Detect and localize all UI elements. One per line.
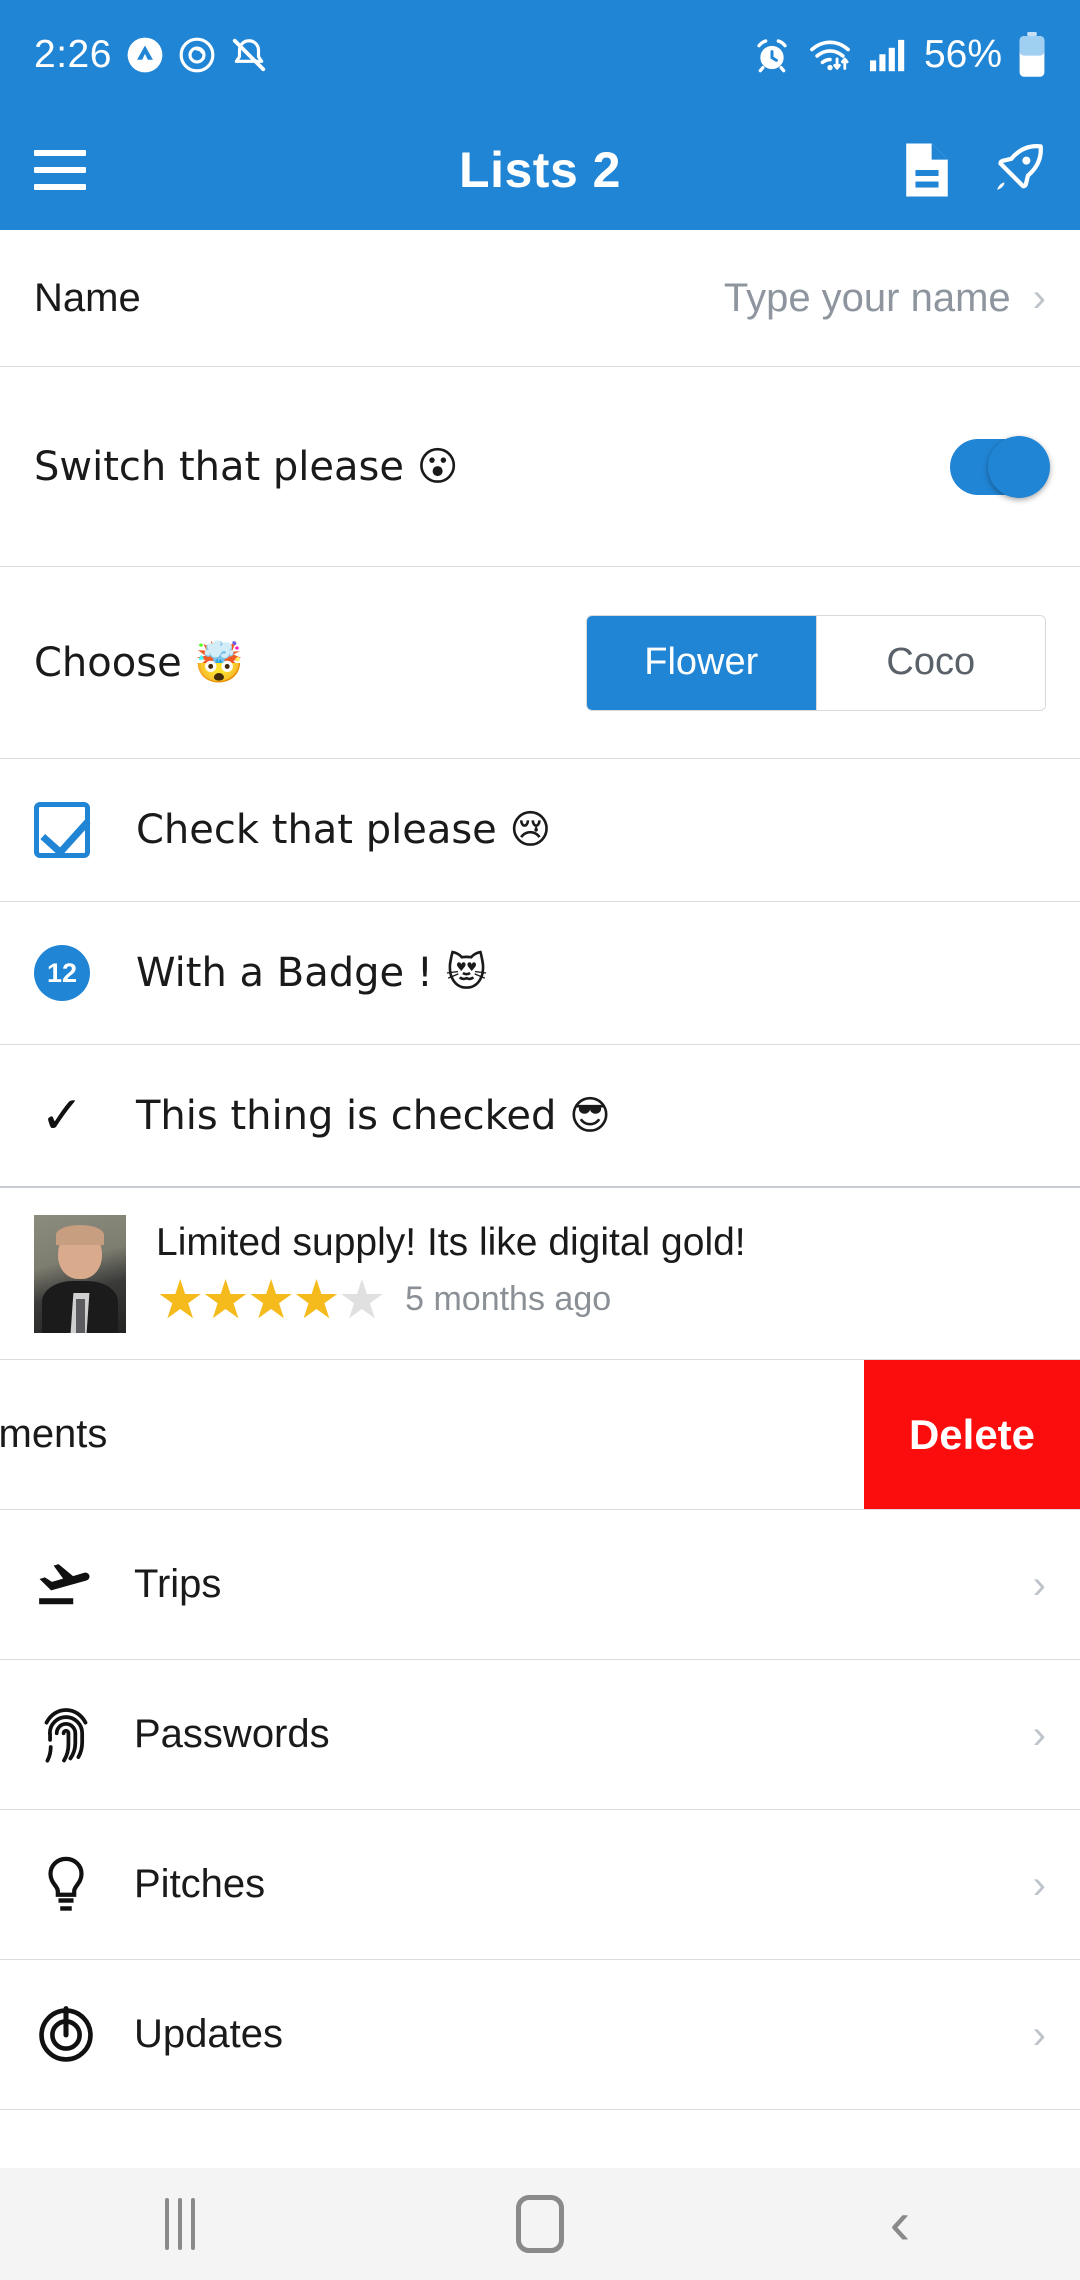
review-title: Limited supply! Its like digital gold! bbox=[156, 1220, 746, 1264]
battery-percent-label: 56% bbox=[923, 33, 1002, 76]
review-timestamp: 5 months ago bbox=[405, 1280, 612, 1318]
chevron-right-icon: › bbox=[1032, 1862, 1046, 1907]
status-bar-right: 56% bbox=[752, 32, 1046, 78]
row-appointments-swiped[interactable]: ointments › Delete bbox=[0, 1360, 1080, 1510]
back-icon: ‹ bbox=[889, 2189, 911, 2258]
back-button[interactable]: ‹ bbox=[820, 2168, 980, 2280]
star-filled-icon: ★ bbox=[292, 1269, 341, 1330]
switch-toggle[interactable] bbox=[950, 435, 1050, 498]
swipe-front[interactable]: ointments › bbox=[0, 1360, 980, 1509]
alarm-icon bbox=[752, 35, 792, 75]
badge-label: With a Badge ! 😻 bbox=[136, 950, 488, 996]
switch-wrap bbox=[950, 435, 1050, 498]
rocket-icon[interactable] bbox=[988, 141, 1046, 199]
status-bar-clock: 2:26 bbox=[34, 33, 112, 76]
fingerprint-icon bbox=[34, 1704, 98, 1766]
review-body: Limited supply! Its like digital gold! ★… bbox=[156, 1221, 746, 1327]
list-item-label: Trips bbox=[134, 1562, 222, 1606]
app-badge-icon bbox=[126, 36, 164, 74]
star-empty-icon: ★ bbox=[337, 1269, 387, 1330]
chevron-right-icon: › bbox=[1032, 2012, 1046, 2057]
checked-label: This thing is checked 😎 bbox=[136, 1092, 611, 1139]
wifi-icon bbox=[808, 35, 852, 75]
document-icon[interactable] bbox=[900, 140, 954, 200]
row-review[interactable]: Limited supply! Its like digital gold! ★… bbox=[0, 1188, 1080, 1360]
star-filled-icon: ★ bbox=[201, 1269, 250, 1330]
app-bar: Lists 2 bbox=[0, 110, 1080, 230]
system-navigation-bar: ‹ bbox=[0, 2168, 1080, 2280]
segment-flower[interactable]: Flower bbox=[587, 615, 816, 710]
list-item-trips[interactable]: Trips › bbox=[0, 1510, 1080, 1660]
switch-knob bbox=[988, 435, 1050, 498]
home-button[interactable] bbox=[460, 2168, 620, 2280]
avatar bbox=[34, 1214, 126, 1333]
app-bar-actions bbox=[900, 140, 1046, 200]
content-area: Name Type your name › Switch that please… bbox=[0, 230, 1080, 2110]
switch-label: Switch that please 😮 bbox=[34, 443, 459, 490]
rating-stars: ★ ★ ★ ★ ★ bbox=[156, 1269, 387, 1330]
chevron-right-icon: › bbox=[1032, 1712, 1046, 1757]
checkbox-checked-icon[interactable] bbox=[34, 802, 90, 858]
name-value-wrap: Type your name › bbox=[724, 276, 1046, 321]
star-filled-icon: ★ bbox=[246, 1269, 296, 1330]
badge-count: 12 bbox=[34, 945, 90, 1001]
battery-icon bbox=[1018, 32, 1046, 78]
recents-icon bbox=[165, 2198, 195, 2250]
list-item-updates[interactable]: Updates › bbox=[0, 1960, 1080, 2110]
check-mark-icon: ✓ bbox=[40, 1086, 84, 1145]
phone-screen: 2:26 56% Lists 2 Name Type your name › S… bbox=[0, 0, 1080, 2280]
choose-label: Choose 🤯 bbox=[34, 640, 245, 686]
segmented-control: Flower Coco bbox=[586, 614, 1046, 711]
check-label: Check that please 😢 bbox=[136, 807, 552, 853]
list-item-label: Passwords bbox=[134, 1712, 330, 1756]
clock-circle-icon bbox=[178, 36, 216, 74]
recents-button[interactable] bbox=[100, 2168, 260, 2280]
signal-icon bbox=[868, 37, 908, 73]
row-name[interactable]: Name Type your name › bbox=[0, 230, 1080, 367]
row-with-a-badge[interactable]: 12 With a Badge ! 😻 bbox=[0, 902, 1080, 1045]
list-item-passwords[interactable]: Passwords › bbox=[0, 1660, 1080, 1810]
star-filled-icon: ★ bbox=[156, 1269, 205, 1330]
delete-button[interactable]: Delete bbox=[864, 1360, 1080, 1509]
name-label: Name bbox=[34, 275, 141, 320]
status-bar-left: 2:26 bbox=[34, 33, 268, 77]
chevron-right-icon: › bbox=[1032, 1562, 1046, 1607]
row-check-that-please[interactable]: Check that please 😢 bbox=[0, 759, 1080, 902]
row-switch[interactable]: Switch that please 😮 bbox=[0, 367, 1080, 567]
review-meta: ★ ★ ★ ★ ★ 5 months ago bbox=[156, 1273, 746, 1327]
list-item-label: Updates bbox=[134, 2012, 283, 2056]
mute-vibrate-icon bbox=[230, 36, 268, 74]
home-icon bbox=[516, 2195, 564, 2253]
chevron-right-icon: › bbox=[1032, 276, 1046, 320]
name-input[interactable]: Type your name bbox=[724, 276, 1011, 321]
hamburger-menu-icon[interactable] bbox=[34, 150, 86, 190]
choose-wrap: Flower Coco bbox=[586, 614, 1046, 711]
list-item-label: Pitches bbox=[134, 1862, 266, 1906]
lightbulb-icon bbox=[34, 1854, 98, 1916]
row-this-thing-is-checked[interactable]: ✓ This thing is checked 😎 bbox=[0, 1045, 1080, 1188]
status-bar: 2:26 56% bbox=[0, 0, 1080, 110]
list-item-pitches[interactable]: Pitches › bbox=[0, 1810, 1080, 1960]
target-power-icon bbox=[34, 2005, 98, 2065]
airplane-landing-icon bbox=[34, 1559, 98, 1611]
segment-coco[interactable]: Coco bbox=[815, 615, 1045, 710]
appointments-label: ointments bbox=[0, 1412, 108, 1456]
row-choose[interactable]: Choose 🤯 Flower Coco bbox=[0, 567, 1080, 759]
